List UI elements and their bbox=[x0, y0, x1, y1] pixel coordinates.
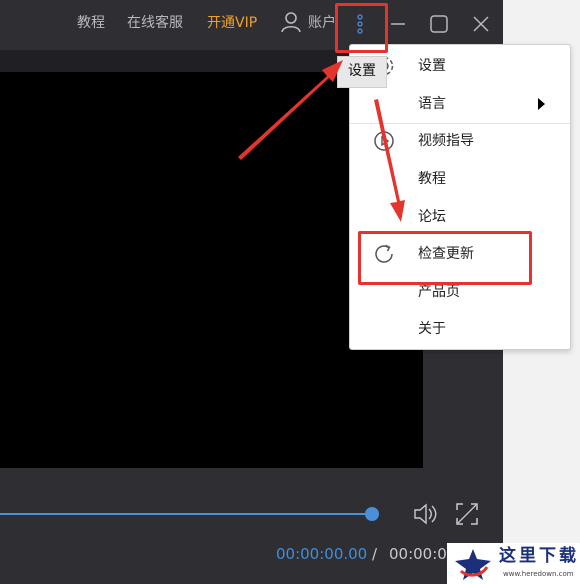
menu-label-video-guide: 视频指导 bbox=[418, 133, 474, 149]
highlight-box-more-button bbox=[335, 3, 388, 53]
user-icon[interactable] bbox=[280, 11, 302, 33]
menu-item-language[interactable]: 语言 bbox=[350, 86, 570, 122]
watermark-url: www.heredown.com bbox=[503, 570, 574, 578]
menu-label-about: 关于 bbox=[418, 321, 446, 337]
menu-label-forum: 论坛 bbox=[418, 209, 446, 225]
minimize-icon[interactable] bbox=[384, 10, 412, 38]
menu-item-about[interactable]: 关于 bbox=[350, 311, 570, 347]
progress-bar[interactable] bbox=[0, 513, 372, 515]
title-bar: 教程 在线客服 开通VIP 账户 bbox=[0, 0, 503, 47]
close-icon[interactable] bbox=[467, 10, 495, 38]
fullscreen-icon[interactable] bbox=[453, 500, 481, 528]
highlight-box-check-update bbox=[358, 231, 532, 285]
watermark-text: 这里下载 bbox=[499, 546, 579, 566]
maximize-icon[interactable] bbox=[425, 10, 453, 38]
menu-item-tutorial[interactable]: 教程 bbox=[350, 161, 570, 197]
settings-dropdown-menu: 设置 语言 视频指导 教程 论坛 检查更新 产品页 关于 bbox=[349, 44, 571, 350]
nav-tutorial-link[interactable]: 教程 bbox=[77, 14, 105, 32]
watermark: 这里下载 www.heredown.com bbox=[447, 543, 580, 584]
menu-label-tutorial: 教程 bbox=[418, 171, 446, 187]
volume-icon[interactable] bbox=[411, 500, 439, 528]
menu-item-video-guide[interactable]: 视频指导 bbox=[350, 123, 570, 159]
menu-label-product-page: 产品页 bbox=[418, 284, 460, 300]
play-circle-icon bbox=[372, 129, 396, 153]
settings-tooltip: 设置 bbox=[337, 56, 387, 88]
menu-item-forum[interactable]: 论坛 bbox=[350, 199, 570, 235]
progress-handle[interactable] bbox=[365, 507, 379, 521]
watermark-logo-icon bbox=[455, 549, 491, 580]
account-label[interactable]: 账户 bbox=[308, 14, 336, 32]
menu-label-language: 语言 bbox=[418, 96, 446, 112]
vip-link[interactable]: 开通VIP bbox=[207, 14, 257, 32]
current-time: 00:00:00.00 bbox=[276, 545, 368, 563]
time-separator: / bbox=[372, 545, 378, 563]
menu-label-settings: 设置 bbox=[418, 58, 446, 74]
submenu-arrow-icon bbox=[538, 98, 545, 110]
nav-support-link[interactable]: 在线客服 bbox=[127, 14, 183, 32]
